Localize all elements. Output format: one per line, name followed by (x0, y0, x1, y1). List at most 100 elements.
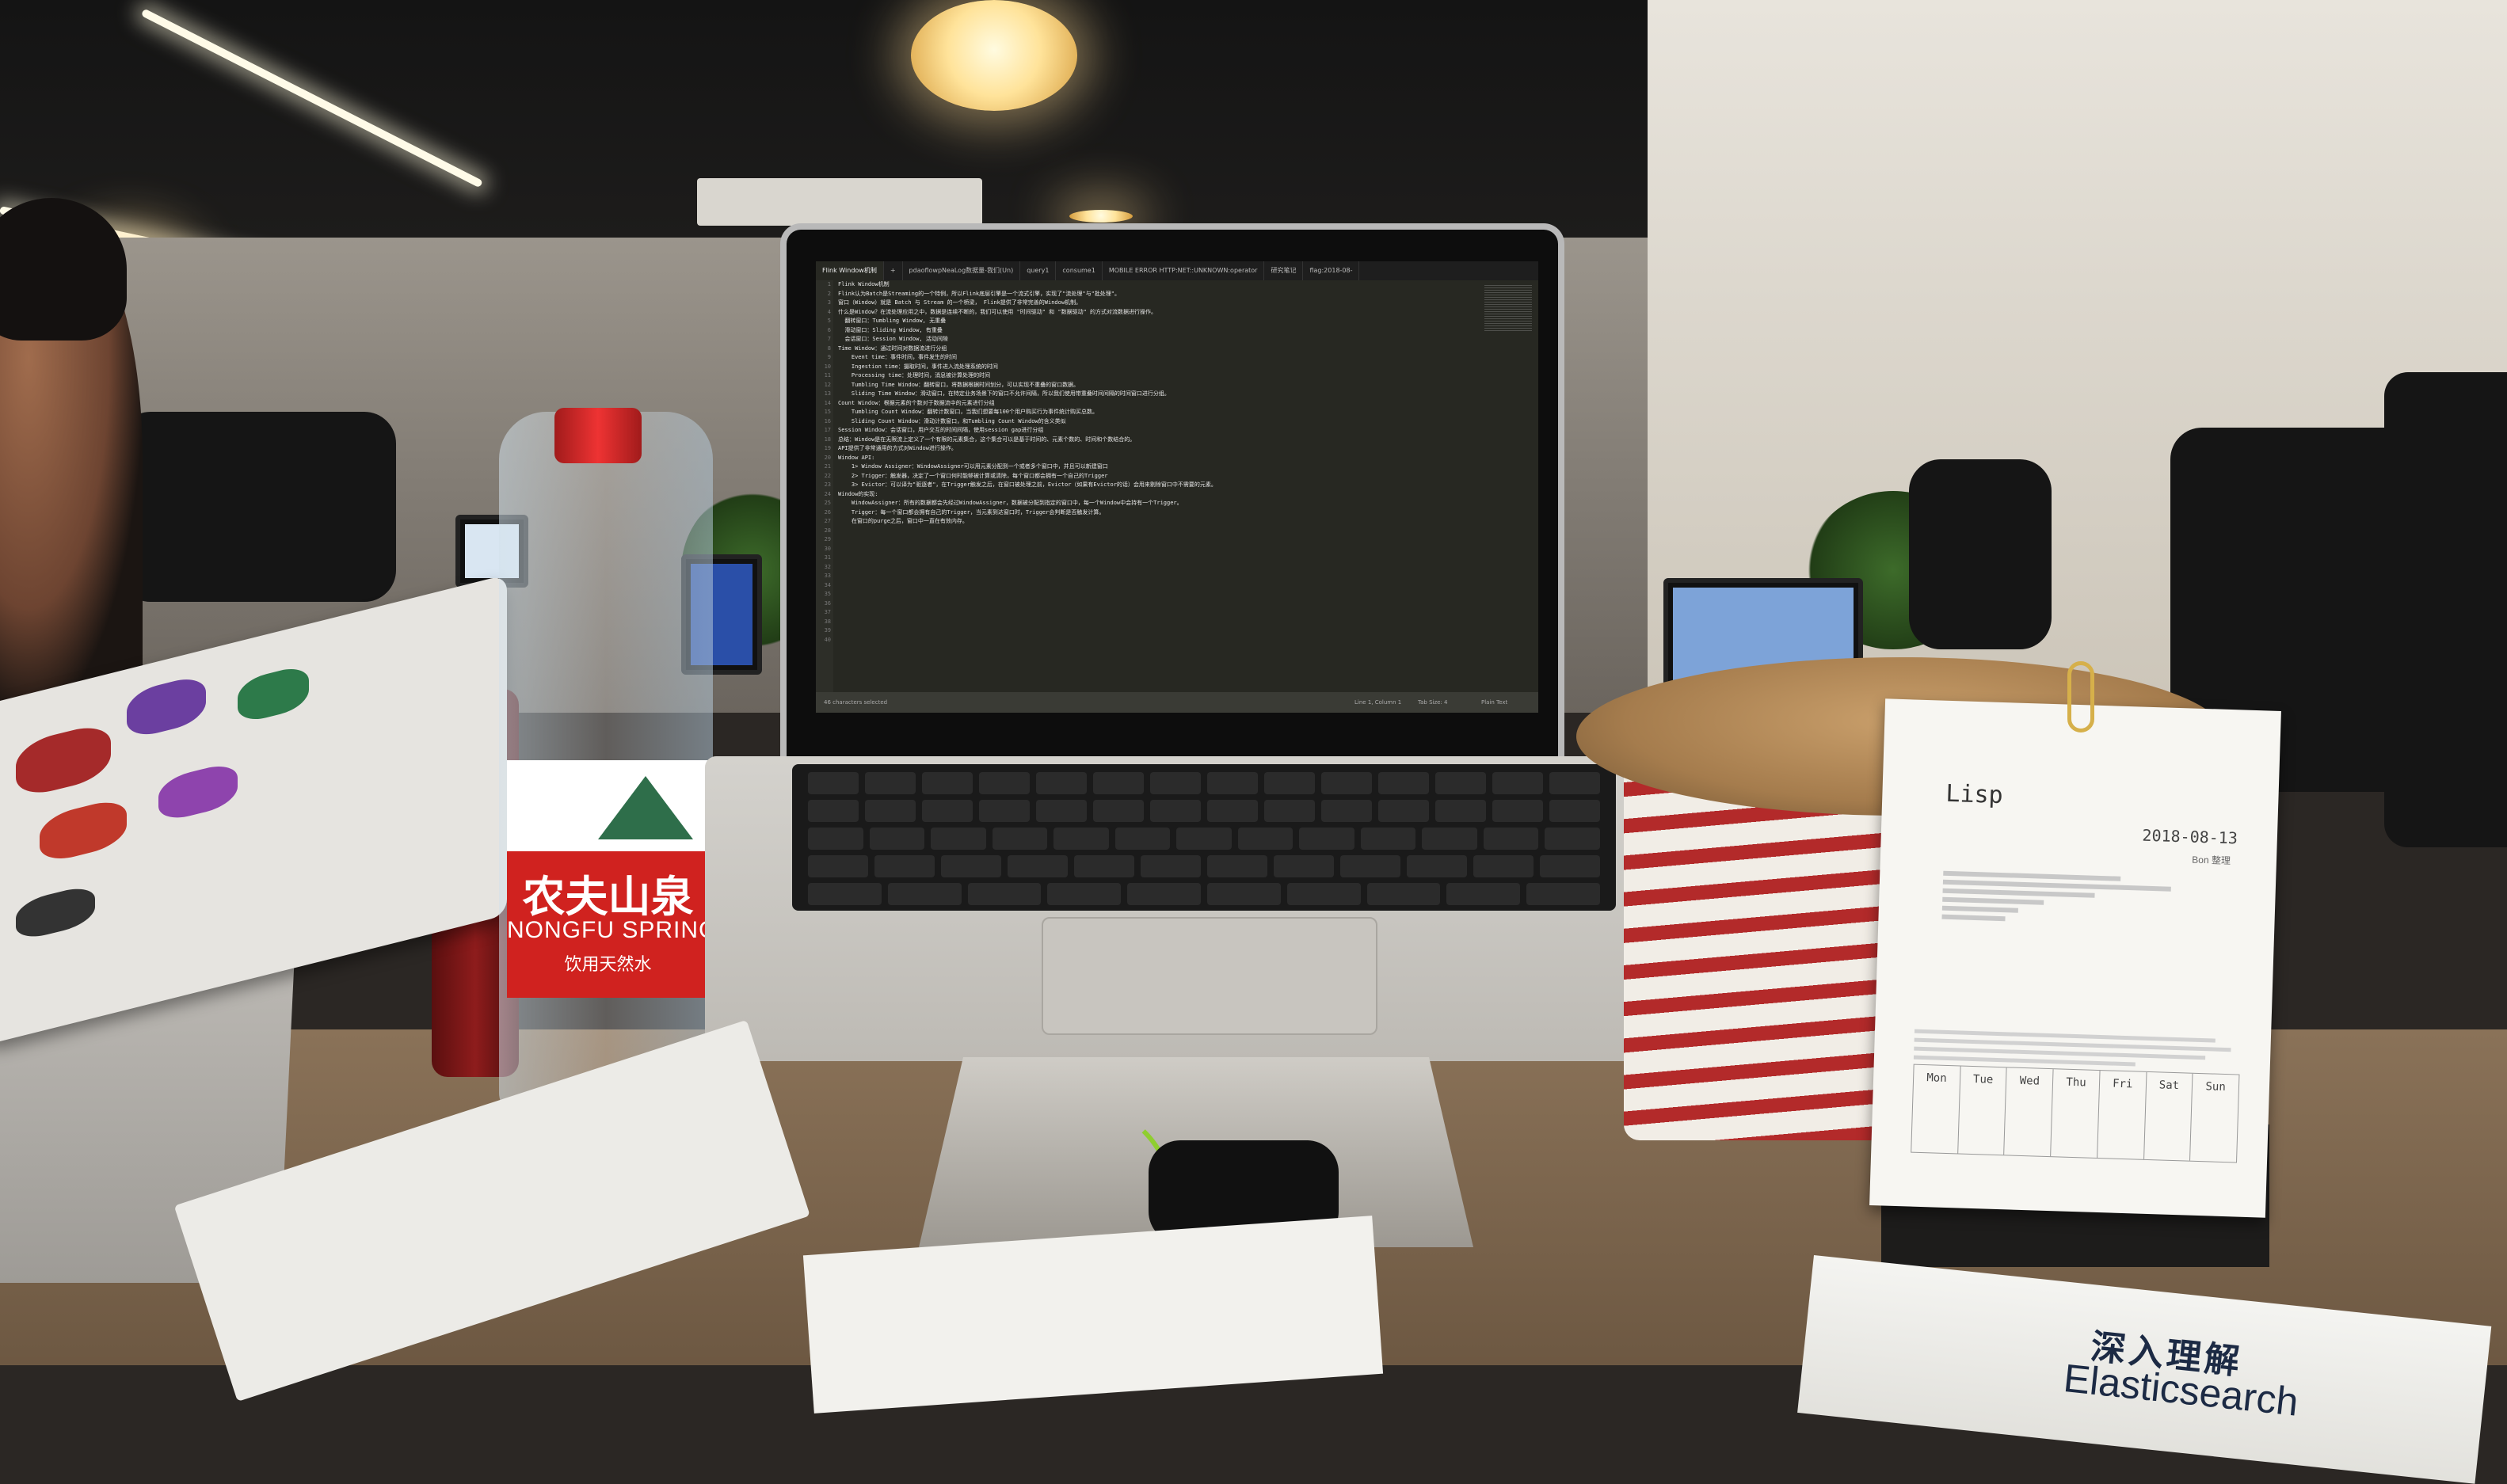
keyboard-key[interactable] (992, 828, 1048, 850)
keyboard-key[interactable] (1407, 855, 1467, 877)
code-line[interactable]: Window API: (838, 454, 1472, 463)
keyboard-key[interactable] (1207, 772, 1258, 794)
keyboard-key[interactable] (865, 800, 916, 822)
code-line[interactable]: 什么是Window？在流处理应用之中，数据是连续不断的，我们可以使用 "时间驱动… (838, 308, 1472, 318)
code-line[interactable]: Tumbling Time Window：翻转窗口，将数据根据时间划分，可以实现… (838, 381, 1472, 390)
code-line[interactable]: Flink Window机制 (838, 280, 1472, 290)
keyboard-key[interactable] (808, 772, 859, 794)
keyboard-key[interactable] (931, 828, 986, 850)
keyboard-key[interactable] (1127, 883, 1201, 905)
keyboard-key[interactable] (1299, 828, 1354, 850)
keyboard-key[interactable] (1237, 828, 1294, 850)
code-line[interactable]: Ingestion time：摄取时间，事件进入流处理系统的时间 (838, 363, 1472, 372)
code-line[interactable]: Window的实现: (838, 490, 1472, 500)
code-line[interactable]: 在窗口的purge之后，窗口中一直在有效内存。 (838, 517, 1472, 527)
code-line[interactable]: 翻转窗口：Tumbling Window, 无重叠 (838, 317, 1472, 326)
keyboard-key[interactable] (1366, 883, 1441, 905)
keyboard-key[interactable] (1150, 800, 1201, 822)
touchpad[interactable] (1042, 917, 1377, 1035)
keyboard-key[interactable] (1093, 772, 1144, 794)
keyboard-key[interactable] (1274, 855, 1334, 877)
status-position[interactable]: Line 1, Column 1 (1354, 692, 1401, 713)
code-line[interactable]: API提供了非常通用的方式对Window进行操作。 (838, 444, 1472, 454)
editor-tab[interactable]: 研究笔记 (1264, 261, 1304, 280)
keyboard-key[interactable] (1150, 772, 1201, 794)
keyboard-key[interactable] (1036, 800, 1087, 822)
code-line[interactable]: Processing time：处理时间，消息被计算处理的时间 (838, 371, 1472, 381)
keyboard-key[interactable] (922, 800, 973, 822)
keyboard-key[interactable] (1321, 772, 1372, 794)
keyboard-key[interactable] (1093, 800, 1144, 822)
keyboard-key[interactable] (808, 828, 863, 850)
keyboard-key[interactable] (941, 855, 1001, 877)
keyboard-key[interactable] (1446, 883, 1521, 905)
keyboard-key[interactable] (869, 828, 925, 850)
editor-tab[interactable]: + (884, 261, 903, 280)
keyboard-key[interactable] (1141, 855, 1201, 877)
status-syntax[interactable]: Plain Text (1481, 692, 1507, 713)
code-line[interactable]: Trigger：每一个窗口都会拥有自己的Trigger，当元素到达窗口时，Tri… (838, 508, 1472, 518)
code-line[interactable]: WindowAssigner：所有的数据都会先经过WindowAssigner，… (838, 499, 1472, 508)
editor-minimap[interactable] (1484, 285, 1532, 333)
keyboard-key[interactable] (1114, 828, 1171, 850)
keyboard-key[interactable] (1549, 772, 1600, 794)
keyboard-key[interactable] (1492, 772, 1543, 794)
code-line[interactable]: 1> Window Assigner：WindowAssigner可以用元素分配… (838, 462, 1472, 472)
keyboard-key[interactable] (865, 772, 916, 794)
keyboard-key[interactable] (808, 883, 882, 905)
keyboard-key[interactable] (1340, 855, 1400, 877)
keyboard-key[interactable] (1545, 828, 1600, 850)
keyboard-key[interactable] (1207, 800, 1258, 822)
code-line[interactable]: Count Window：根据元素的个数对于数据流中的元素进行分组 (838, 399, 1472, 409)
keyboard-key[interactable] (1176, 828, 1232, 850)
text-editor-window[interactable]: Flink Window机制 + pdaoflowpNeaLog数据量-我们(U… (816, 261, 1538, 713)
keyboard-key[interactable] (874, 855, 935, 877)
keyboard-key[interactable] (1378, 772, 1429, 794)
keyboard-key[interactable] (1047, 883, 1122, 905)
code-area[interactable]: Flink Window机制 Flink认为Batch是Streaming的一个特… (838, 280, 1472, 692)
keyboard-key[interactable] (922, 772, 973, 794)
keyboard[interactable] (792, 764, 1616, 911)
code-line[interactable]: 3> Evictor：可以译为"驱逐者"，在Trigger触发之后，在窗口被处理… (838, 481, 1472, 490)
keyboard-key[interactable] (1378, 800, 1429, 822)
keyboard-key[interactable] (1074, 855, 1134, 877)
code-line[interactable]: 2> Trigger：触发器，决定了一个窗口何时能够被计算或清除，每个窗口都会拥… (838, 472, 1472, 481)
keyboard-key[interactable] (808, 800, 859, 822)
code-line[interactable]: Tumbling Count Window：翻转计数窗口，当我们想要每100个用… (838, 408, 1472, 417)
keyboard-key[interactable] (1435, 772, 1486, 794)
keyboard-key[interactable] (1549, 800, 1600, 822)
code-line[interactable]: Sliding Time Window：滑动窗口，在特定业务场景下的窗口不允许间… (838, 390, 1472, 399)
keyboard-key[interactable] (1207, 883, 1281, 905)
keyboard-key[interactable] (1321, 800, 1372, 822)
code-line[interactable]: 窗口（Window）就是 Batch 与 Stream 的一个桥梁， Flink… (838, 299, 1472, 308)
keyboard-key[interactable] (979, 800, 1030, 822)
keyboard-key[interactable] (1008, 855, 1068, 877)
editor-tab[interactable]: consume1 (1056, 261, 1103, 280)
code-line[interactable]: Event time：事件时间，事件发生的时间 (838, 353, 1472, 363)
code-line[interactable]: 会话窗口：Session Window, 活动间隙 (838, 335, 1472, 344)
keyboard-key[interactable] (1286, 883, 1361, 905)
code-line[interactable]: 总结：Window是在无限流上定义了一个有限的元素集合，这个集合可以是基于时间的… (838, 436, 1472, 445)
keyboard-key[interactable] (887, 883, 962, 905)
code-line[interactable]: 滑动窗口：Sliding Window, 有重叠 (838, 326, 1472, 336)
keyboard-key[interactable] (808, 855, 868, 877)
keyboard-key[interactable] (1053, 828, 1109, 850)
status-tab-size[interactable]: Tab Size: 4 (1418, 692, 1447, 713)
editor-tab[interactable]: pdaoflowpNeaLog数据量-我们(Un) (903, 261, 1021, 280)
keyboard-key[interactable] (1526, 883, 1600, 905)
keyboard-key[interactable] (979, 772, 1030, 794)
keyboard-key[interactable] (1483, 828, 1539, 850)
keyboard-key[interactable] (1422, 828, 1477, 850)
keyboard-key[interactable] (967, 883, 1042, 905)
code-line[interactable]: Sliding Count Window：滑动计数窗口，和Tumbling Co… (838, 417, 1472, 427)
editor-tab[interactable]: query1 (1020, 261, 1057, 280)
editor-tab[interactable]: Flink Window机制 (816, 261, 884, 280)
editor-tab[interactable]: flag:2018-08- (1303, 261, 1360, 280)
keyboard-key[interactable] (1492, 800, 1543, 822)
editor-tab[interactable]: MOBILE ERROR HTTP:NET::UNKNOWN:operator (1103, 261, 1265, 280)
keyboard-key[interactable] (1473, 855, 1534, 877)
keyboard-key[interactable] (1264, 800, 1315, 822)
keyboard-key[interactable] (1264, 772, 1315, 794)
keyboard-key[interactable] (1207, 855, 1267, 877)
keyboard-key[interactable] (1540, 855, 1600, 877)
